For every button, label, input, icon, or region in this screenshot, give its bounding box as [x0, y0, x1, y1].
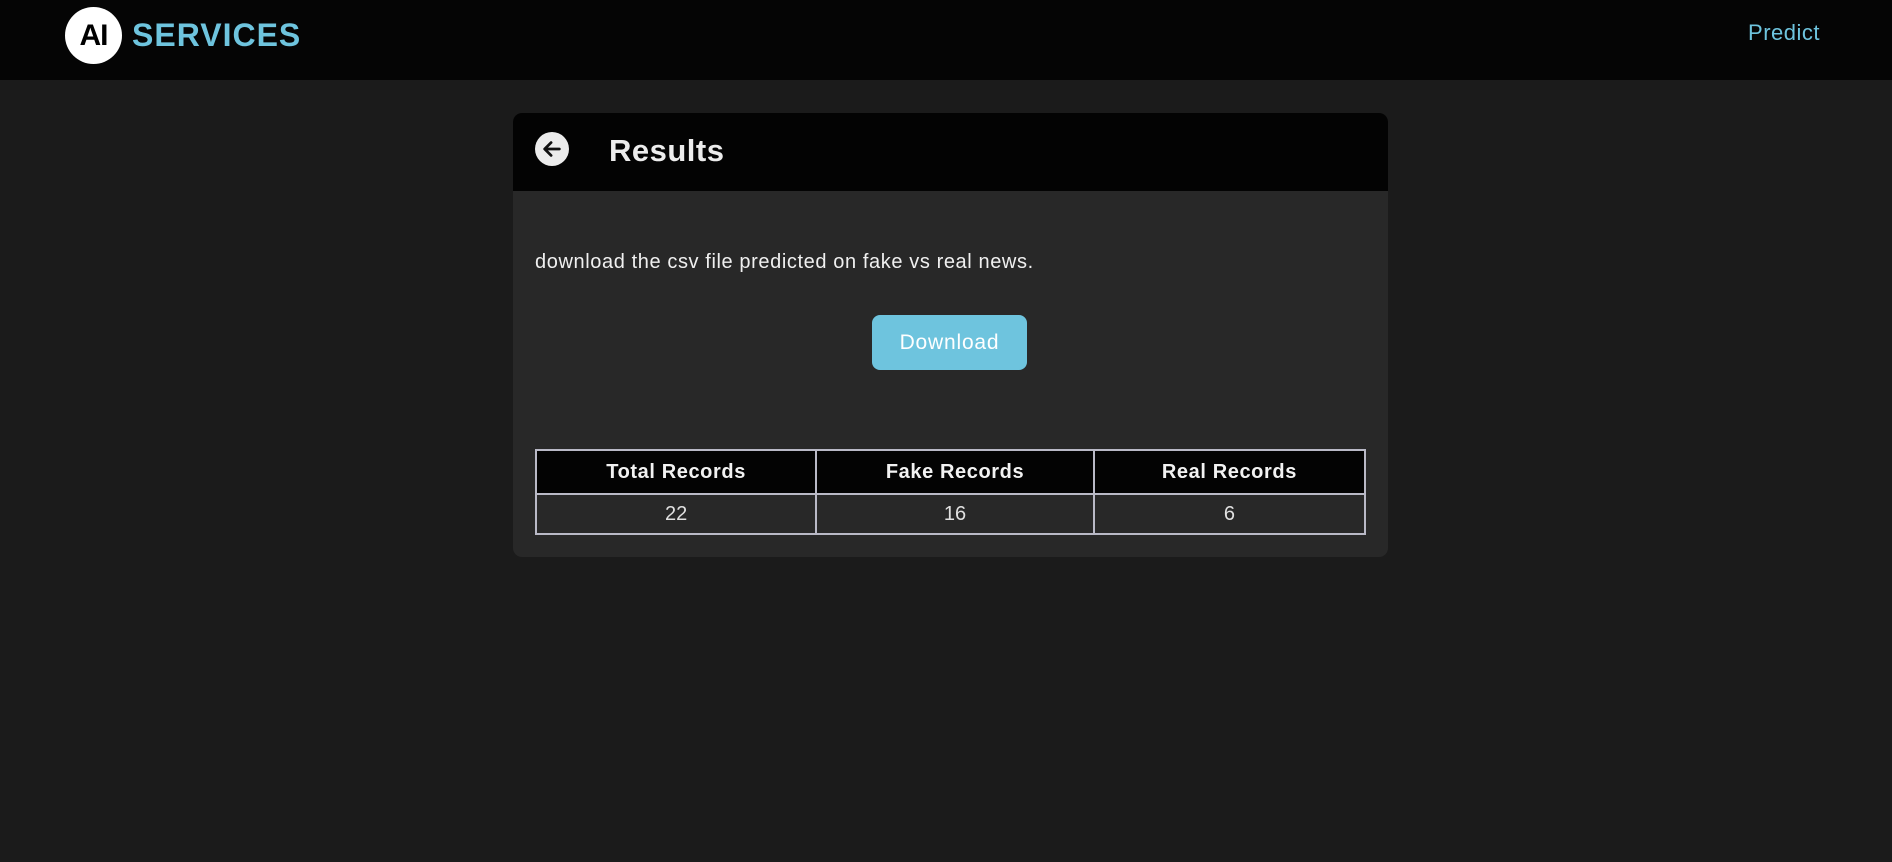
logo-badge: AI — [65, 7, 122, 64]
table-row: 22 16 6 — [534, 493, 1367, 535]
fake-records-value: 16 — [815, 493, 1095, 535]
results-card: Results download the csv file predicted … — [513, 113, 1388, 557]
total-records-value: 22 — [534, 493, 818, 535]
arrow-left-circle-icon — [543, 141, 561, 157]
brand-logo[interactable]: AI SERVICES — [65, 7, 301, 64]
card-header: Results — [513, 113, 1388, 191]
brand-name: SERVICES — [132, 17, 302, 53]
back-button[interactable] — [535, 132, 569, 166]
header-total-records: Total Records — [534, 449, 818, 495]
page-title: Results — [609, 133, 725, 168]
real-records-value: 6 — [1092, 493, 1367, 535]
header-real-records: Real Records — [1092, 449, 1367, 495]
records-table: Total Records Fake Records Real Records … — [534, 449, 1367, 535]
result-description: download the csv file predicted on fake … — [535, 251, 1034, 273]
nav-link-predict[interactable]: Predict — [1748, 20, 1820, 46]
header-fake-records: Fake Records — [815, 449, 1095, 495]
download-button[interactable]: Download — [872, 315, 1027, 370]
top-navbar: AI SERVICES Predict — [0, 0, 1892, 80]
table-header-row: Total Records Fake Records Real Records — [534, 449, 1367, 495]
